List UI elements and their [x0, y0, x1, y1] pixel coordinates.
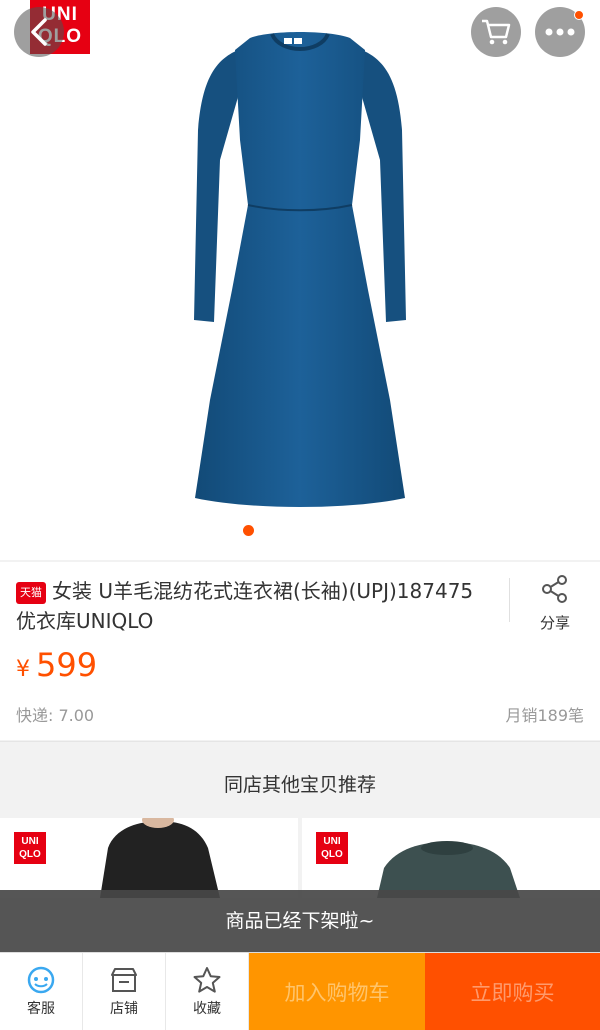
product-thumbnail	[100, 818, 220, 898]
product-gallery[interactable]	[0, 0, 600, 560]
chevron-left-icon	[31, 18, 47, 46]
customer-service-button[interactable]: 客服	[0, 953, 83, 1030]
product-thumbnail	[377, 841, 520, 898]
gallery-page-dot	[243, 525, 254, 536]
product-info: 天猫 女装 U羊毛混纺花式连衣裙(长袖)(UPJ)187475 优衣库UNIQL…	[0, 562, 600, 740]
bottom-action-bar: 客服 店铺 收藏 加入购物车 立即购买	[0, 952, 600, 1030]
customer-service-label: 客服	[27, 1001, 55, 1017]
store-label: 店铺	[110, 1001, 138, 1017]
share-icon	[542, 575, 567, 603]
recommendation-card[interactable]: UNI QLO	[0, 818, 298, 898]
favorite-button[interactable]: 收藏	[166, 953, 249, 1030]
recommendations-header: 同店其他宝贝推荐	[0, 741, 600, 819]
product-image	[194, 32, 406, 507]
share-divider	[509, 578, 510, 622]
price-symbol: ¥	[16, 657, 30, 682]
customer-service-icon	[27, 966, 55, 994]
star-icon	[193, 967, 221, 993]
add-to-cart-button[interactable]: 加入购物车	[249, 953, 425, 1030]
favorite-label: 收藏	[193, 1001, 221, 1017]
shopping-cart-icon	[482, 19, 511, 45]
notification-dot	[574, 10, 584, 20]
recommendation-card[interactable]: UNI QLO	[302, 818, 600, 898]
price-value: 599	[36, 646, 98, 684]
monthly-sales: 月销189笔	[505, 706, 584, 725]
back-button[interactable]	[14, 7, 64, 57]
store-button[interactable]: 店铺	[83, 953, 166, 1030]
share-button[interactable]: 分享	[525, 574, 585, 633]
toast-message: 商品已经下架啦~	[0, 890, 600, 952]
ellipsis-icon	[545, 28, 575, 36]
share-label: 分享	[539, 614, 570, 632]
product-title: 女装 U羊毛混纺花式连衣裙(长袖)(UPJ)187475 优衣库UNIQLO	[16, 579, 474, 633]
shipping-fee: 快递: 7.00	[16, 706, 95, 725]
buy-now-button[interactable]: 立即购买	[425, 953, 600, 1030]
store-icon	[111, 968, 137, 992]
price: ¥599	[16, 646, 97, 684]
cart-button[interactable]	[471, 7, 521, 57]
